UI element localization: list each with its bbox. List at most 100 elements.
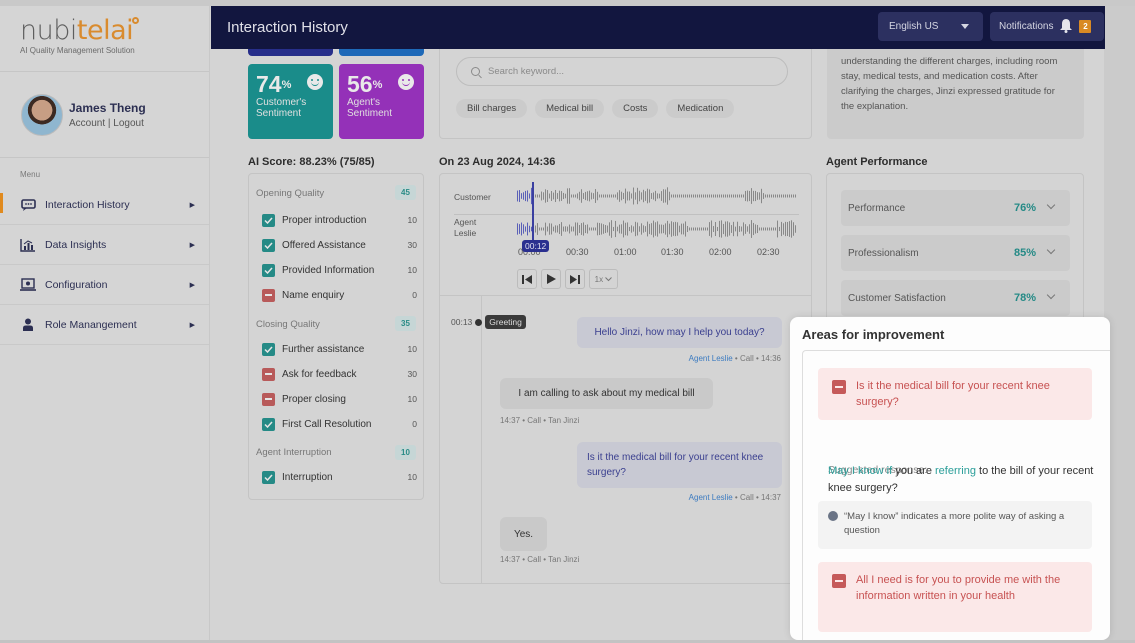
waveform-bar (643, 225, 644, 233)
improvement-issue[interactable]: Is it the medical bill for your recent k… (818, 368, 1092, 420)
performance-row[interactable]: Performance 76% (841, 190, 1070, 226)
waveform-bar (679, 194, 680, 198)
waveform-bar (659, 193, 660, 199)
waveform-bar (545, 222, 546, 236)
customer-satisfaction-row[interactable]: Customer Satisfaction 78% (841, 280, 1070, 316)
waveform-bar (615, 194, 616, 198)
check-icon[interactable] (262, 263, 275, 277)
waveform-bar (737, 194, 738, 198)
keyword-chip[interactable]: Bill charges (456, 99, 528, 118)
notifications-button[interactable]: Notifications 2 (990, 12, 1104, 41)
waveform-bar (715, 194, 716, 198)
waveform-bar (745, 224, 746, 234)
play-button[interactable] (541, 269, 561, 289)
keyword-chip[interactable]: Costs (612, 99, 659, 118)
search-input[interactable]: Search keyword... (456, 57, 788, 86)
professionalism-row[interactable]: Professionalism 85% (841, 235, 1070, 271)
waveform-bar (661, 224, 662, 234)
waveform-bar (543, 227, 544, 231)
improvement-issue[interactable]: All I need is for you to provide me with… (818, 562, 1092, 632)
waveform-bar (647, 221, 648, 237)
score-item: Ask for feedback 30 (262, 366, 417, 382)
caret-right-icon: ▶ (189, 321, 195, 329)
message-bubble-customer: Yes. (500, 517, 547, 551)
waveform-bar (523, 224, 524, 234)
minus-icon (832, 574, 846, 588)
customer-waveform[interactable] (517, 186, 797, 206)
waveform-bar (749, 224, 750, 234)
waveform-bar (765, 227, 766, 231)
score-item: Proper introduction 10 (262, 212, 417, 228)
waveform-bar (661, 191, 662, 201)
waveform-bar (683, 194, 684, 198)
minus-icon[interactable] (262, 288, 275, 302)
waveform-bar (719, 194, 720, 198)
waveform-bar (549, 193, 550, 199)
avatar[interactable] (21, 93, 63, 136)
sidebar-item-label: Data Insights (45, 238, 107, 251)
waveform-bar (605, 194, 606, 198)
waveform-bar (729, 194, 730, 198)
waveform-bar (695, 194, 696, 198)
skip-back-button[interactable] (517, 269, 537, 289)
score-category: Closing Quality (256, 319, 320, 330)
waveform-bar (777, 194, 778, 198)
waveform-bar (727, 221, 728, 237)
waveform-bar (649, 189, 650, 203)
sidebar-item-interaction-history[interactable]: Interaction History ▶ (0, 185, 209, 225)
waveform-bar (705, 227, 706, 231)
waveform-bar (559, 190, 560, 202)
waveform-bar (613, 194, 614, 198)
waveform-bar (727, 194, 728, 198)
check-icon[interactable] (262, 342, 275, 356)
minus-icon[interactable] (262, 392, 275, 406)
sidebar-item-role-management[interactable]: Role Manangement ▶ (0, 305, 209, 345)
waveform-bar (759, 192, 760, 200)
waveform-bar (663, 224, 664, 234)
divider (440, 295, 811, 296)
check-icon[interactable] (262, 470, 275, 484)
chevron-down-icon (1046, 200, 1056, 210)
waveform-bar (665, 189, 666, 203)
waveform-bar (667, 187, 668, 205)
summary-text: understanding the different charges, inc… (841, 56, 1058, 112)
skip-forward-button[interactable] (565, 269, 585, 289)
waveform-bar (681, 223, 682, 235)
check-icon[interactable] (262, 417, 275, 431)
check-icon[interactable] (262, 238, 275, 252)
waveform-bar (537, 223, 538, 235)
sidebar-item-configuration[interactable]: Configuration ▶ (0, 265, 209, 305)
waveform-bar (539, 227, 540, 231)
waveform-bar (721, 220, 722, 238)
logo[interactable]: nubitelai (20, 17, 209, 44)
language-select[interactable]: English US (878, 12, 983, 41)
waveform-bar (791, 194, 792, 198)
playback-speed-select[interactable]: 1x (589, 269, 618, 289)
waveform-bar (639, 190, 640, 202)
score-item: Name enquiry 0 (262, 287, 417, 303)
suggestion-note: “May I know” indicates a more polite way… (818, 501, 1092, 549)
waveform-bar (557, 193, 558, 199)
message-meta: Agent Leslie • Call • 14:37 (688, 493, 781, 502)
waveform-bar (725, 221, 726, 237)
notification-count-badge: 2 (1079, 20, 1092, 33)
waveform-bar (543, 192, 544, 200)
waveform-bar (595, 227, 596, 231)
keyword-chip[interactable]: Medication (666, 99, 735, 118)
keyword-chip[interactable]: Medical bill (535, 99, 605, 118)
waveform-bar (593, 227, 594, 231)
customer-sentiment-label: Customer's Sentiment (256, 97, 307, 119)
account-logout-links[interactable]: Account | Logout (69, 118, 146, 129)
agent-waveform[interactable] (517, 219, 797, 239)
playhead[interactable] (532, 182, 534, 246)
waveform-bar (689, 194, 690, 198)
minus-icon[interactable] (262, 367, 275, 381)
check-icon[interactable] (262, 213, 275, 227)
caret-right-icon: ▶ (189, 241, 195, 249)
waveform-bar (703, 227, 704, 231)
waveform-bar (599, 222, 600, 236)
marker-dot-icon (475, 318, 483, 326)
transcript-marker[interactable]: 00:13 Greeting (451, 315, 526, 329)
sidebar-item-data-insights[interactable]: Data Insights ▶ (0, 225, 209, 265)
waveform-bar (617, 226, 618, 232)
